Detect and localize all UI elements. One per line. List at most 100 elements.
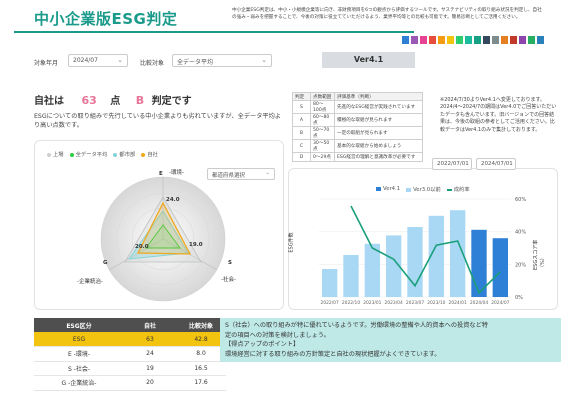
criteria-header: 評価基準（判断）	[334, 91, 423, 102]
color-swatch	[519, 36, 526, 44]
self-cell: 63	[124, 332, 176, 347]
y-right-tick-label: 40%	[515, 230, 526, 236]
category-cell: S -社会-	[34, 361, 124, 376]
result-grade: B	[135, 94, 145, 107]
date-to-input[interactable]: 2024/07/01	[476, 158, 516, 170]
table-row: D 0～29点 ESG経営の理解と意識改革が必要です	[292, 152, 423, 162]
bar-ver41	[492, 238, 509, 297]
range-cell: 80～100点	[310, 100, 335, 115]
radar-axis-label-e: E	[159, 171, 163, 177]
legend-item: Ver4.1	[376, 186, 400, 192]
y-right-tick-label: 60%	[515, 197, 526, 203]
result-prefix: 自社は	[34, 96, 64, 107]
version-badge: Ver4.1	[322, 52, 415, 68]
table-row: C 30～50点 基本的な取組から始めましょう	[292, 139, 423, 154]
x-tick-label: 2024/07	[491, 300, 509, 306]
self-cell: 20	[124, 375, 176, 391]
radar-panel: 上場 全データ平均 都市部 自社 都道府県選択 ⌄ 24.0 19.0 20.0…	[34, 140, 284, 310]
grade-cell: S	[292, 100, 311, 115]
page-title: 中小企業版ESG判定	[34, 10, 178, 28]
bar-ver3	[343, 255, 359, 297]
range-cell: 30～50点	[310, 139, 335, 154]
compare-label: 比較対象	[140, 60, 165, 67]
y-left-label: ESG件数	[288, 232, 295, 253]
table-row: S -社会- 19 16.5	[34, 361, 226, 376]
header-divider	[14, 31, 414, 33]
criteria-cell: 基本的な取組から始めましょう	[334, 139, 423, 154]
color-swatch	[402, 36, 409, 44]
criteria-cell: 一定の取組が見られます	[334, 126, 423, 141]
radar-chart: 24.0 19.0 20.0	[100, 176, 226, 302]
legend-swatch	[406, 187, 412, 192]
category-cell: E -環境-	[34, 346, 124, 362]
color-swatch	[474, 36, 481, 44]
color-swatches	[402, 36, 544, 44]
x-tick-label: 2022/07	[321, 300, 339, 306]
grade-cell: D	[292, 152, 311, 162]
grade-header: 判定	[292, 91, 311, 102]
advice-line: 定の項目への対策を検討しましょう。	[225, 331, 330, 339]
y-right-tick-label: 20%	[515, 262, 526, 268]
color-swatch	[438, 36, 445, 44]
advice-line: 環境経営に対する取り組みの方針策定と自社の現状把握がよくできています。	[225, 350, 441, 358]
color-swatch	[528, 36, 535, 44]
chevron-down-icon: ⌄	[261, 56, 267, 64]
x-tick-label: 2023/01	[363, 300, 381, 306]
x-tick-label: 2023/10	[427, 300, 445, 306]
table-row: S 80～100点 先進的なESG経営が実践されています	[292, 100, 423, 115]
year-select[interactable]: 2024/07 ⌄	[68, 54, 128, 67]
radar-axis-label-g: G	[103, 260, 108, 266]
compare-select-value: 全データ平均	[177, 59, 214, 66]
compare-cell: 16.5	[176, 361, 226, 376]
color-swatch	[483, 36, 490, 44]
grade-criteria-table: 判定 点数範囲 評価基準（判断） S 80～100点 先進的なESG経営が実践されて…	[292, 91, 423, 162]
chevron-down-icon: ⌄	[117, 56, 123, 64]
y-right-tick-label: 0%	[515, 295, 523, 301]
col-header-category: ESG区分	[34, 318, 124, 332]
result-suffix: 判定です	[151, 96, 192, 107]
result-score: 63	[81, 94, 97, 107]
criteria-cell: 積極的な取組が見られます	[334, 113, 423, 128]
color-swatch	[465, 36, 472, 44]
bar-ver3	[364, 243, 381, 297]
table-row: G -企業統治- 20 17.6	[34, 375, 226, 391]
y-right-label: ESGスコア率（%）	[533, 239, 546, 270]
x-tick-label: 2024/04	[470, 300, 488, 306]
radar-value-g: 20.0	[135, 244, 149, 250]
result-summary: 自社は 63 点 B 判定です	[34, 92, 192, 107]
color-swatch	[537, 36, 544, 44]
category-cell: ESG	[34, 332, 124, 347]
col-header-self: 自社	[124, 318, 176, 332]
category-cell: G -企業統治-	[34, 375, 124, 391]
radar-axis-label-s: S	[228, 260, 232, 266]
self-cell: 19	[124, 361, 176, 376]
result-description: ESGについての取り組みで先行している中小企業よりも劣れていますが、全データ平均…	[34, 113, 281, 129]
table-row: E -環境- 24 8.0	[34, 346, 226, 362]
score-table: ESG区分 自社 比較対象 ESG 63 42.8 E -環境- 24 8.0 …	[34, 318, 226, 391]
grade-cell: B	[292, 126, 311, 141]
year-select-value: 2024/07	[73, 57, 98, 64]
grade-cell: C	[292, 139, 311, 154]
color-swatch	[510, 36, 517, 44]
range-header: 点数範囲	[310, 91, 335, 102]
range-cell: 60～80点	[310, 113, 335, 128]
range-cell: 0～29点	[310, 152, 335, 162]
compare-select[interactable]: 全データ平均 ⌄	[172, 54, 272, 67]
color-swatch	[492, 36, 499, 44]
x-tick-label: 2023/07	[406, 300, 424, 306]
table-row: B 50～70点 一定の取組が見られます	[292, 126, 423, 141]
grade-cell: A	[292, 113, 311, 128]
legend-item: Ver3.0以前	[406, 185, 441, 193]
self-cell: 24	[124, 346, 176, 362]
bar-ver3	[321, 269, 338, 297]
date-from-input[interactable]: 2022/07/01	[432, 158, 472, 170]
combo-legend: Ver4.1 Ver3.0以前 成約率	[376, 185, 470, 193]
header-description: 中小企業ESG判定は、中小・小規模企業等に向き、非財務項目を6つの観点から評価す…	[232, 8, 542, 20]
compare-cell: 42.8	[176, 332, 226, 347]
advice-box: S（社会）への取り組みが特に優れているようです。労働環境の整備や人的資本への投資…	[220, 318, 561, 362]
radar-axis-sub-g: -企業統治-	[77, 279, 103, 285]
x-tick-label: 2023/04	[385, 300, 403, 306]
color-swatch	[456, 36, 463, 44]
col-header-compare: 比較対象	[176, 318, 226, 332]
radar-axis-sub-e: -環境-	[169, 170, 184, 176]
